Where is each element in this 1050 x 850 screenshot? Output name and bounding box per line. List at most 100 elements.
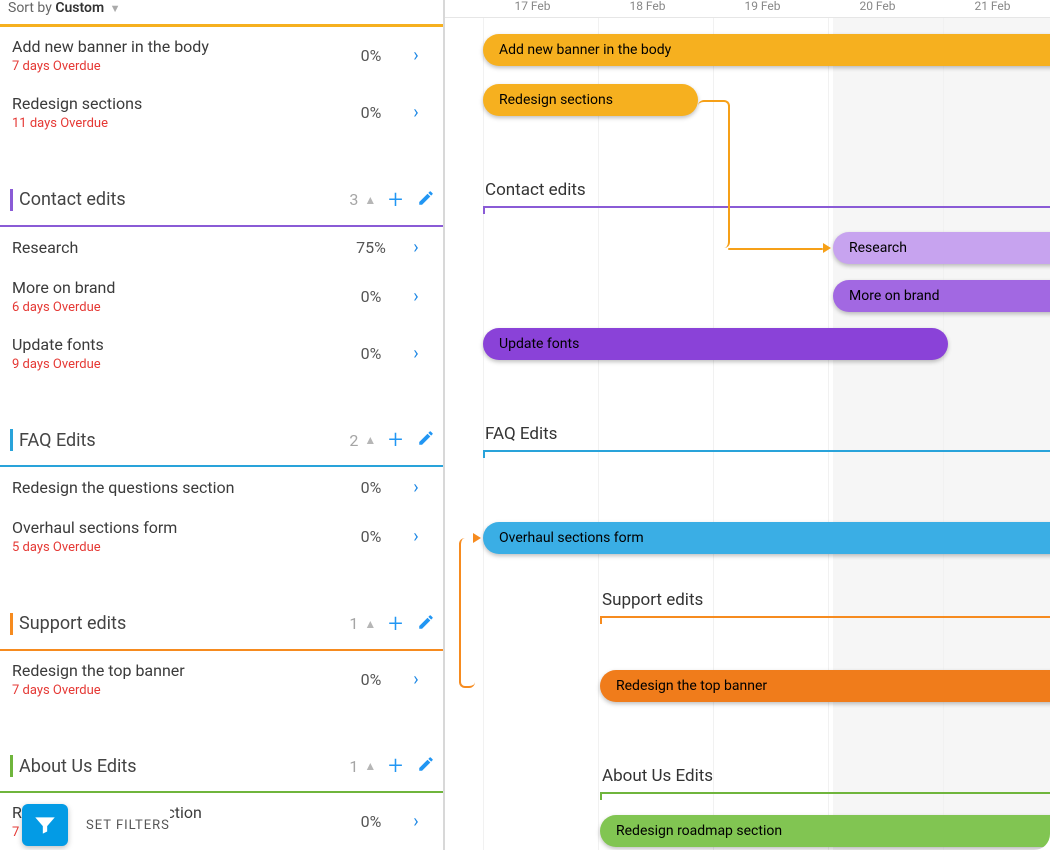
group-title: About Us Edits	[19, 756, 349, 777]
collapse-icon[interactable]: ▲	[364, 433, 376, 447]
dependency-line	[728, 248, 823, 250]
collapse-icon[interactable]: ▲	[364, 759, 376, 773]
group-header: Support edits 1 ▲ +	[0, 599, 443, 649]
group-title: FAQ Edits	[19, 430, 349, 451]
date-cell: 21 Feb	[935, 0, 1050, 17]
date-cell: 18 Feb	[590, 0, 705, 17]
task-row[interactable]: Overhaul sections form 5 days Overdue 0%…	[0, 508, 443, 565]
task-overdue: 11 days Overdue	[12, 116, 341, 131]
gantt-bar[interactable]: Redesign sections	[483, 84, 698, 116]
add-task-button[interactable]: +	[388, 609, 403, 639]
filter-icon	[22, 804, 68, 846]
gantt-group-line	[600, 792, 1050, 794]
gantt-group-title: Support edits	[602, 590, 703, 610]
pencil-icon[interactable]	[417, 755, 435, 777]
gantt-bar[interactable]: Update fonts	[483, 328, 948, 360]
task-name: Add new banner in the body	[12, 37, 341, 56]
task-percent: 0%	[341, 527, 401, 546]
group-header: FAQ Edits 2 ▲ +	[0, 415, 443, 465]
task-percent: 75%	[341, 238, 401, 257]
chevron-right-icon[interactable]: ›	[401, 343, 431, 364]
pencil-icon[interactable]	[417, 613, 435, 635]
gantt-group-line	[483, 450, 1050, 452]
chevron-right-icon[interactable]: ›	[401, 45, 431, 66]
chevron-right-icon[interactable]: ›	[401, 102, 431, 123]
collapse-icon[interactable]: ▲	[364, 193, 376, 207]
task-percent: 0%	[341, 46, 401, 65]
pencil-icon[interactable]	[417, 429, 435, 451]
group-count: 1	[349, 614, 358, 633]
group-faq: FAQ Edits 2 ▲ + Redesign the questions s…	[0, 415, 443, 565]
task-row[interactable]: Redesign sections 11 days Overdue 0% ›	[0, 84, 443, 141]
task-name: Update fonts	[12, 335, 341, 354]
group-top: Add new banner in the body 7 days Overdu…	[0, 24, 443, 141]
task-name: Overhaul sections form	[12, 518, 341, 537]
group-accent	[10, 755, 13, 777]
arrow-icon	[823, 243, 831, 253]
task-list-panel: Sort by Custom ▼ Add new banner in the b…	[0, 0, 445, 850]
chevron-right-icon[interactable]: ›	[401, 237, 431, 258]
group-count: 3	[349, 190, 358, 209]
task-name: Redesign the top banner	[12, 661, 341, 680]
task-row[interactable]: Add new banner in the body 7 days Overdu…	[0, 27, 443, 84]
add-task-button[interactable]: +	[388, 425, 403, 455]
gantt-group-title: About Us Edits	[602, 766, 713, 786]
task-row[interactable]: Research 75% ›	[0, 227, 443, 268]
arrow-icon	[473, 533, 481, 543]
group-count: 2	[349, 431, 358, 450]
group-header: About Us Edits 1 ▲ +	[0, 741, 443, 791]
group-support: Support edits 1 ▲ + Redesign the top ban…	[0, 599, 443, 708]
task-percent: 0%	[341, 344, 401, 363]
gantt-group-line	[600, 616, 1050, 618]
group-contact: Contact edits 3 ▲ + Research 75% › More …	[0, 175, 443, 382]
group-header: Contact edits 3 ▲ +	[0, 175, 443, 225]
gantt-group-title: Contact edits	[485, 180, 586, 200]
group-accent	[10, 429, 13, 451]
dependency-line	[698, 100, 730, 248]
gantt-bar[interactable]: More on brand	[833, 280, 1050, 312]
gantt-bar[interactable]: Research	[833, 232, 1050, 264]
gantt-group-title: FAQ Edits	[485, 424, 557, 444]
add-task-button[interactable]: +	[388, 751, 403, 781]
chevron-down-icon: ▼	[110, 2, 121, 15]
group-accent	[10, 189, 13, 211]
gantt-rows: Add new banner in the body Redesign sect…	[445, 18, 1050, 850]
dependency-line	[459, 538, 475, 688]
task-percent: 0%	[341, 670, 401, 689]
chevron-right-icon[interactable]: ›	[401, 526, 431, 547]
gantt-bar[interactable]: Overhaul sections form	[483, 522, 1050, 554]
task-percent: 0%	[341, 478, 401, 497]
task-overdue: 6 days Overdue	[12, 300, 341, 315]
chevron-right-icon[interactable]: ›	[401, 477, 431, 498]
task-overdue: 5 days Overdue	[12, 540, 341, 555]
chevron-right-icon[interactable]: ›	[401, 669, 431, 690]
task-row[interactable]: Redesign the questions section 0% ›	[0, 467, 443, 508]
gantt-area[interactable]: Add new banner in the body Redesign sect…	[445, 18, 1050, 850]
chevron-right-icon[interactable]: ›	[401, 811, 431, 832]
gantt-bar[interactable]: Add new banner in the body	[483, 34, 1050, 66]
task-overdue: 7 days Overdue	[12, 59, 341, 74]
task-name: More on brand	[12, 278, 341, 297]
gantt-bar[interactable]: Redesign roadmap section	[600, 815, 1050, 847]
group-accent	[10, 613, 13, 635]
task-name: Redesign sections	[12, 94, 341, 113]
task-row[interactable]: More on brand 6 days Overdue 0% ›	[0, 268, 443, 325]
group-count: 1	[349, 757, 358, 776]
date-header: 17 Feb 18 Feb 19 Feb 20 Feb 21 Feb	[445, 0, 1050, 18]
sort-by-control[interactable]: Sort by Custom ▼	[0, 0, 443, 24]
set-filters-button[interactable]: SET FILTERS	[22, 804, 170, 846]
task-row[interactable]: Update fonts 9 days Overdue 0% ›	[0, 325, 443, 382]
sort-by-value: Custom	[55, 0, 104, 16]
task-row[interactable]: Redesign the top banner 7 days Overdue 0…	[0, 651, 443, 708]
group-title: Support edits	[19, 613, 349, 634]
task-percent: 0%	[341, 287, 401, 306]
task-percent: 0%	[341, 812, 401, 831]
gantt-group-line	[483, 206, 1050, 208]
pencil-icon[interactable]	[417, 189, 435, 211]
chevron-right-icon[interactable]: ›	[401, 286, 431, 307]
task-name: Redesign the questions section	[12, 478, 341, 497]
collapse-icon[interactable]: ▲	[364, 617, 376, 631]
gantt-bar[interactable]: Redesign the top banner	[600, 670, 1050, 702]
gantt-panel: 17 Feb 18 Feb 19 Feb 20 Feb 21 Feb Add n…	[445, 0, 1050, 850]
add-task-button[interactable]: +	[388, 185, 403, 215]
